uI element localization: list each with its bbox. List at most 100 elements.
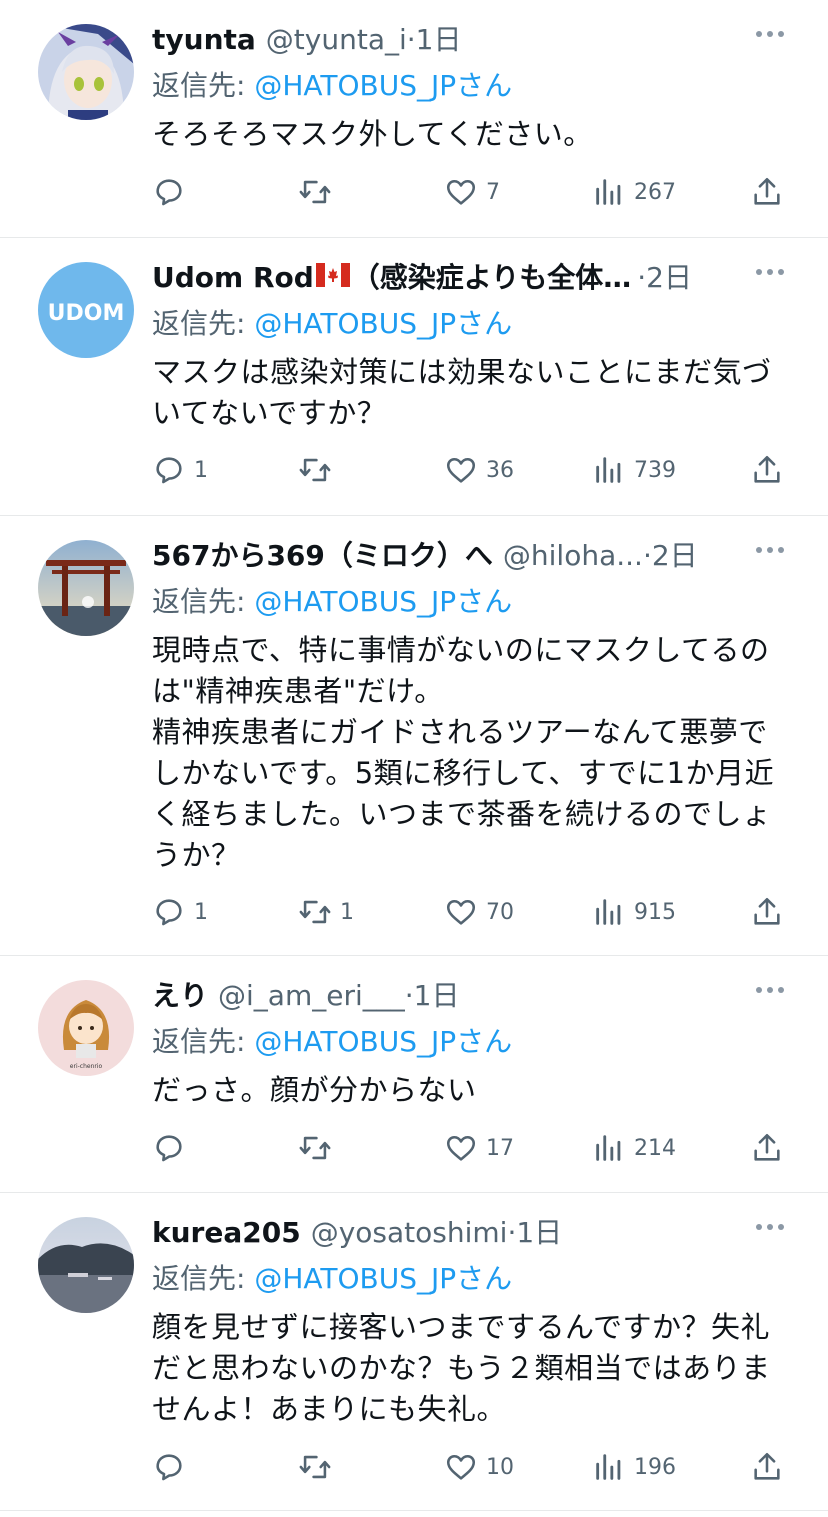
views-icon (596, 179, 621, 205)
tweet[interactable]: eri-chenrio えり @i_am_eri___ · 1日 返信先: @H… (0, 956, 828, 1193)
display-name[interactable]: tyunta (152, 22, 256, 58)
reply-mention[interactable]: @HATOBUS_JPさん (254, 1025, 512, 1058)
share-icon (754, 455, 780, 483)
separator-dot: · (406, 23, 416, 56)
avatar[interactable] (38, 1217, 134, 1313)
anime-character-avatar (38, 24, 134, 120)
action-bar: 17 214 (152, 1128, 788, 1168)
share-icon (754, 1133, 780, 1161)
reply-context: 返信先: @HATOBUS_JPさん (152, 68, 788, 104)
tweet-header: えり @i_am_eri___ · 1日 (152, 978, 788, 1014)
reply-mention[interactable]: @HATOBUS_JPさん (254, 307, 512, 340)
tweet[interactable]: tyunta @tyunta_i · 1日 返信先: @HATOBUS_JPさん… (0, 0, 828, 238)
retweet-count: 1 (340, 899, 354, 925)
retweet-button[interactable]: 1 (298, 892, 354, 932)
more-icon[interactable] (752, 972, 788, 1008)
user-handle[interactable]: @tyunta_i (266, 22, 407, 58)
reply-mention[interactable]: @HATOBUS_JPさん (254, 1262, 512, 1295)
more-icon[interactable] (752, 532, 788, 568)
views-count: 214 (634, 1135, 676, 1161)
tweet-text: 現時点で、特に事情がないのにマスクしてるのは"精神疾患者"だけ。 精神疾患者にガ… (152, 633, 775, 872)
more-icon[interactable] (752, 254, 788, 290)
more-icon[interactable] (752, 1209, 788, 1245)
more-icon[interactable] (752, 16, 788, 52)
reply-button[interactable] (152, 1128, 194, 1168)
display-name[interactable]: kurea205 (152, 1215, 301, 1251)
like-count: 36 (486, 457, 514, 483)
action-bar: 1 36 739 (152, 450, 788, 490)
like-button[interactable]: 70 (444, 892, 514, 932)
udom-logo-avatar: UDOM (38, 262, 134, 358)
reply-prefix: 返信先: (152, 307, 246, 340)
like-button[interactable]: 17 (444, 1128, 514, 1168)
reply-count: 1 (194, 457, 208, 483)
views-count: 196 (634, 1454, 676, 1480)
avatar[interactable] (38, 24, 134, 120)
avatar[interactable]: UDOM (38, 262, 134, 358)
display-name-suffix[interactable]: （感染症よりも全体… (352, 260, 631, 296)
display-name[interactable]: えり (152, 978, 208, 1014)
views-count: 739 (634, 457, 676, 483)
views-button[interactable]: 267 (592, 172, 676, 212)
timestamp[interactable]: 1日 (516, 1215, 562, 1251)
user-handle[interactable]: @hiloha... (503, 538, 643, 574)
reply-button[interactable] (152, 1447, 194, 1487)
share-button[interactable] (750, 450, 784, 490)
tweet[interactable]: 567から369（ミロク）へ @hiloha... · 2日 返信先: @HAT… (0, 516, 828, 956)
separator-dot: · (642, 539, 652, 572)
display-name[interactable]: 567から369（ミロク）へ (152, 538, 493, 574)
user-handle[interactable]: @i_am_eri___ (218, 978, 405, 1014)
timestamp[interactable]: 2日 (652, 538, 698, 574)
avatar[interactable] (38, 540, 134, 636)
reply-button[interactable] (152, 172, 194, 212)
share-button[interactable] (750, 1128, 784, 1168)
timestamp[interactable]: 2日 (646, 260, 692, 296)
tweet[interactable]: UDOM Udom Rod （感染症よりも全体… · 2日 返信先: @HATO… (0, 238, 828, 516)
like-button[interactable]: 10 (444, 1447, 514, 1487)
reply-icon (156, 899, 182, 926)
avatar[interactable]: eri-chenrio (38, 980, 134, 1076)
reply-mention[interactable]: @HATOBUS_JPさん (254, 585, 512, 618)
like-button[interactable]: 36 (444, 450, 514, 490)
reply-icon (156, 457, 182, 484)
retweet-button[interactable] (298, 1447, 340, 1487)
heart-icon (446, 1454, 476, 1480)
views-icon (596, 1454, 621, 1480)
tweet-header: 567から369（ミロク）へ @hiloha... · 2日 (152, 538, 788, 574)
retweet-button[interactable] (298, 450, 340, 490)
share-button[interactable] (750, 172, 784, 212)
timestamp[interactable]: 1日 (416, 22, 462, 58)
retweet-button[interactable] (298, 172, 340, 212)
reply-icon (156, 1454, 182, 1481)
display-name[interactable]: Udom Rod (152, 260, 314, 296)
reply-button[interactable]: 1 (152, 450, 208, 490)
tweet-text: マスクは感染対策には効果ないことにまだ気づいてないですか？ (152, 355, 772, 430)
avatar-caption: eri-chenrio (70, 1063, 103, 1070)
tweet[interactable]: kurea205 @yosatoshimi · 1日 返信先: @HATOBUS… (0, 1193, 828, 1511)
views-button[interactable]: 196 (592, 1447, 676, 1487)
views-button[interactable]: 739 (592, 450, 676, 490)
reply-prefix: 返信先: (152, 1025, 246, 1058)
views-button[interactable]: 915 (592, 892, 676, 932)
heart-icon (446, 457, 476, 483)
action-bar: 10 196 (152, 1447, 788, 1487)
timestamp[interactable]: 1日 (414, 978, 460, 1014)
views-count: 915 (634, 899, 676, 925)
reply-count: 1 (194, 899, 208, 925)
reply-button[interactable]: 1 (152, 892, 208, 932)
tweet-text: だっさ。顔が分からない (152, 1073, 477, 1107)
like-count: 10 (486, 1454, 514, 1480)
like-count: 7 (486, 179, 500, 205)
views-count: 267 (634, 179, 676, 205)
retweet-button[interactable] (298, 1128, 340, 1168)
reply-mention[interactable]: @HATOBUS_JPさん (254, 69, 512, 102)
tweet-text: 顔を見せずに接客いつまでするんですか？失礼だと思わないのかな？もう２類相当ではあ… (152, 1310, 771, 1426)
views-button[interactable]: 214 (592, 1128, 676, 1168)
like-button[interactable]: 7 (444, 172, 500, 212)
share-button[interactable] (750, 1447, 784, 1487)
heart-icon (446, 1135, 476, 1161)
reply-feed: tyunta @tyunta_i · 1日 返信先: @HATOBUS_JPさん… (0, 0, 828, 1511)
separator-dot: · (637, 261, 647, 294)
user-handle[interactable]: @yosatoshimi (311, 1215, 508, 1251)
share-button[interactable] (750, 892, 784, 932)
